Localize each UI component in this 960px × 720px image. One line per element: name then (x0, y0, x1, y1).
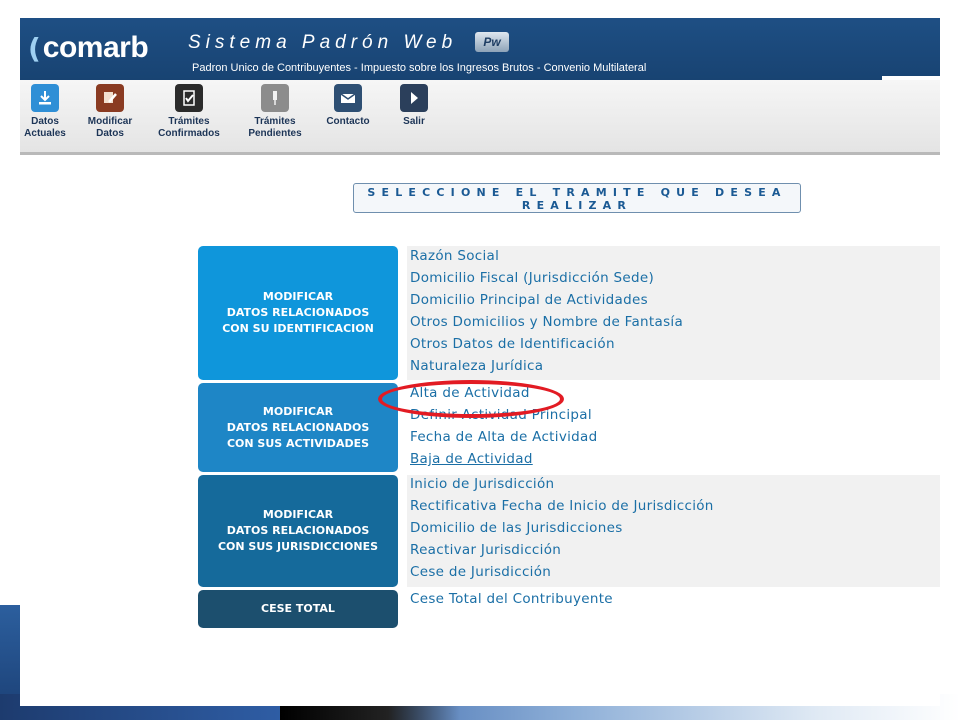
option-cese-jurisdiccion-link[interactable]: Cese de Jurisdicción (410, 564, 551, 580)
comarb-logo: ( comarb (28, 26, 149, 70)
option-naturaleza-juridica-link[interactable]: Naturaleza Jurídica (410, 358, 543, 374)
edit-hand-icon (96, 84, 124, 112)
option-domicilio-jurisdicciones-link[interactable]: Domicilio de las Jurisdicciones (410, 520, 623, 536)
exit-icon (400, 84, 428, 112)
header-banner: ( comarb Sistema Padrón Web Pw Padron Un… (20, 18, 940, 80)
logo-swirl-icon: ( (28, 31, 41, 65)
category-identificacion-button[interactable]: MODIFICAR DATOS RELACIONADOS CON SU IDEN… (198, 246, 398, 380)
option-baja-actividad-link[interactable]: Baja de Actividad (410, 451, 533, 467)
category-actividades-button[interactable]: MODIFICAR DATOS RELACIONADOS CON SUS ACT… (198, 383, 398, 472)
option-inicio-jurisdiccion-link[interactable]: Inicio de Jurisdicción (410, 476, 554, 492)
toolbar-contacto-button[interactable]: Contacto (318, 84, 378, 128)
confirmed-document-icon (175, 84, 203, 112)
option-domicilio-principal-link[interactable]: Domicilio Principal de Actividades (410, 292, 648, 308)
toolbar-tramites-confirmados-button[interactable]: Trámites Confirmados (150, 84, 228, 140)
logo-text: comarb (42, 31, 149, 64)
pw-badge-icon: Pw (475, 32, 509, 52)
toolbar-tramites-pendientes-button[interactable]: Trámites Pendientes (242, 84, 308, 140)
category-jurisdicciones-button[interactable]: MODIFICAR DATOS RELACIONADOS CON SUS JUR… (198, 475, 398, 587)
pending-pin-icon (261, 84, 289, 112)
highlight-annotation-circle (378, 380, 564, 418)
option-fecha-alta-actividad-link[interactable]: Fecha de Alta de Actividad (410, 429, 597, 445)
option-reactivar-jurisdiccion-link[interactable]: Reactivar Jurisdicción (410, 542, 561, 558)
option-otros-domicilios-link[interactable]: Otros Domicilios y Nombre de Fantasía (410, 314, 683, 330)
option-cese-total-contribuyente-link[interactable]: Cese Total del Contribuyente (410, 591, 613, 607)
toolbar-salir-button[interactable]: Salir (390, 84, 438, 128)
category-cese-total-button[interactable]: CESE TOTAL (198, 590, 398, 628)
system-title: Sistema Padrón Web (188, 32, 458, 53)
option-razon-social-link[interactable]: Razón Social (410, 248, 499, 264)
option-otros-datos-link[interactable]: Otros Datos de Identificación (410, 336, 615, 352)
option-rectificativa-fecha-link[interactable]: Rectificativa Fecha de Inicio de Jurisdi… (410, 498, 714, 514)
toolbar-modificar-datos-button[interactable]: Modificar Datos (80, 84, 140, 140)
application-screen: ( comarb Sistema Padrón Web Pw Padron Un… (20, 14, 940, 706)
download-icon (31, 84, 59, 112)
toolbar-datos-actuales-button[interactable]: Datos Actuales (20, 84, 70, 140)
select-procedure-heading: SELECCIONE EL TRAMITE QUE DESEA REALIZAR (353, 183, 801, 213)
slide-background-shadow (280, 706, 460, 720)
option-domicilio-fiscal-link[interactable]: Domicilio Fiscal (Jurisdicción Sede) (410, 270, 654, 286)
mail-icon (334, 84, 362, 112)
header-subtitle: Padron Unico de Contribuyentes - Impuest… (192, 62, 647, 74)
main-toolbar: Datos Actuales Modificar Datos Trámites … (20, 80, 940, 155)
